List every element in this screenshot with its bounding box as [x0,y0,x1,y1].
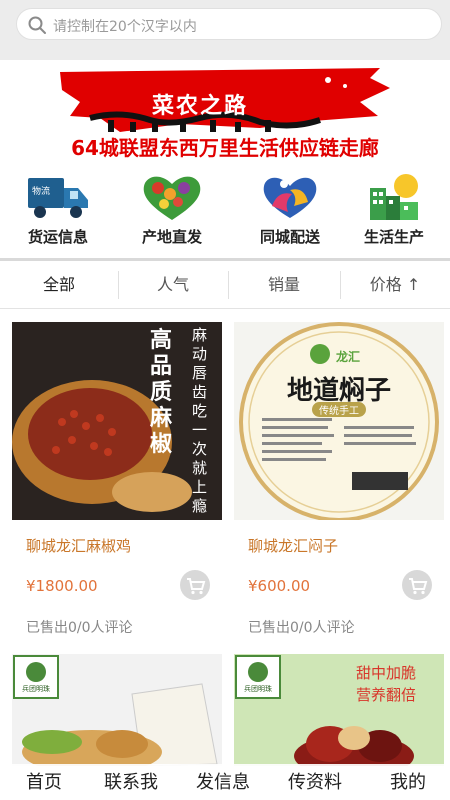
hands-heart-icon [263,177,317,218]
product-card[interactable]: 兵团明珠 [12,654,222,766]
product-stats: 已售出0/0人评论 [26,620,133,636]
product-stats: 已售出0/0人评论 [248,620,355,636]
category-label: 产地直发 [141,228,202,246]
search-icon [28,16,46,34]
image-caption-tag: 传统手工 [312,402,366,417]
category-origin-direct[interactable]: 产地直发 [122,172,222,252]
buildings-icon [370,174,418,220]
produce-heart-icon [143,176,201,220]
product-image[interactable]: 兵团明珠 [12,654,222,766]
cart-icon [409,578,428,595]
tab-all[interactable]: 全部 [0,261,118,309]
promo-banner[interactable]: 菜农之路 64城联盟东西万里生活供应链走廊 [0,60,450,164]
dates-package-image [12,654,222,766]
tab-sales[interactable]: 销量 [228,261,340,309]
product-name[interactable]: 聊城龙汇闷子 [248,535,338,556]
nav-post-info[interactable]: 发信息 [196,768,250,794]
image-caption-line: 营养翻倍 [356,686,417,704]
cart-icon [187,578,206,595]
product-price: ¥1800.00 [26,577,98,595]
product-image[interactable]: 高品质麻椒 麻动唇齿吃一次就上瘾 [12,322,222,520]
category-label: 货运信息 [27,228,88,246]
sort-tabs: 全部 人气 销量 价格 ↑ [0,261,450,309]
image-caption-small: 麻动唇齿吃一次就上瘾 [192,326,208,515]
product-card[interactable]: 龙汇 地道焖子 传统手工 聊城龙汇闷子 ¥600.00 已售出0/0人评论 [234,322,444,642]
add-to-cart-button[interactable] [180,570,210,600]
brand-label: 龙汇 [336,350,361,364]
add-to-cart-button[interactable] [402,570,432,600]
nav-mine[interactable]: 我的 [390,768,426,794]
banner-subtitle: 64城联盟东西万里生活供应链走廊 [71,136,379,160]
bottom-navigation: 首页 联系我 发信息 传资料 我的 [0,764,450,800]
nav-contact[interactable]: 联系我 [104,768,158,794]
product-price: ¥600.00 [248,577,311,595]
banner-title: 菜农之路 [151,94,248,119]
nav-upload[interactable]: 传资料 [288,768,342,794]
category-freight[interactable]: 物流 货运信息 [8,172,108,252]
category-label: 同城配送 [259,228,320,246]
spicy-chicken-image [12,322,222,520]
search-placeholder: 请控制在20个汉字以内 [53,19,197,35]
category-life-production[interactable]: 生活生产 [344,172,444,252]
product-name[interactable]: 聊城龙汇麻椒鸡 [26,535,131,556]
tab-price[interactable]: 价格 ↑ [340,261,450,309]
product-image[interactable]: 兵团明珠 甜中加脆 营养翻倍 [234,654,444,766]
svg-text:物流: 物流 [32,185,50,197]
tab-popularity[interactable]: 人气 [118,261,228,309]
brand-label: 兵团明珠 [22,685,50,693]
brand-label: 兵团明珠 [244,685,272,693]
image-caption-big: 高品质麻椒 [150,328,173,457]
product-card[interactable]: 高品质麻椒 麻动唇齿吃一次就上瘾 聊城龙汇麻椒鸡 ¥1800.00 已售出0/0… [12,322,222,642]
product-card[interactable]: 兵团明珠 甜中加脆 营养翻倍 [234,654,444,766]
truck-icon: 物流 [28,178,88,218]
search-input[interactable]: 请控制在20个汉字以内 [16,8,442,40]
product-image[interactable]: 龙汇 地道焖子 传统手工 [234,322,444,520]
category-label: 生活生产 [363,228,424,246]
image-caption-line: 甜中加脆 [356,664,417,682]
category-menu: 物流 货运信息 产地直发 同城配送 生活生产 [0,172,450,252]
search-bar: 请控制在20个汉字以内 [0,0,450,60]
category-local-delivery[interactable]: 同城配送 [240,172,340,252]
app-page: 请控制在20个汉字以内 菜农之路 64城联盟东西万里生活供应链走廊 物流 货运信… [0,0,450,800]
nav-home[interactable]: 首页 [26,768,62,794]
